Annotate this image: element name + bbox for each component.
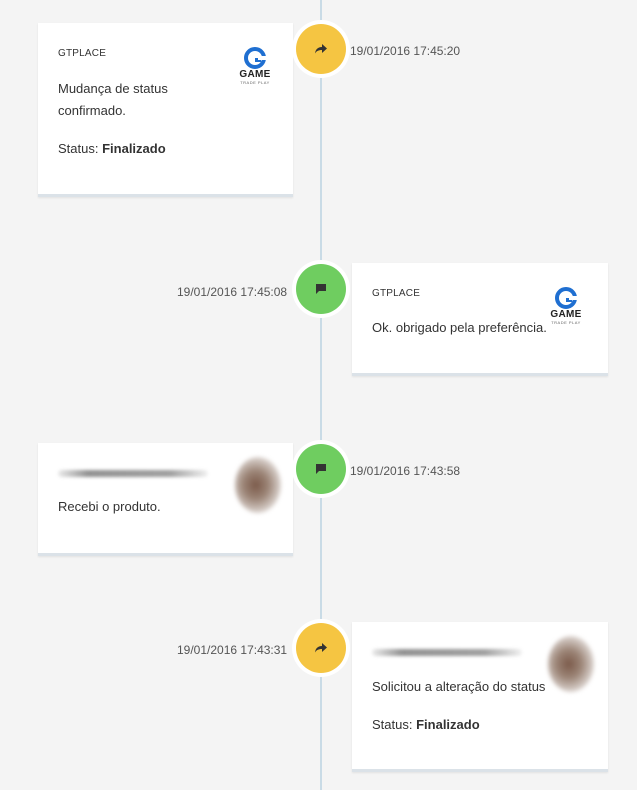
timeline-card: GTPLACE GAME TRADE PLAY Ok. obrigado pel… (352, 263, 608, 376)
timeline-card: GTPLACE GAME TRADE PLAY Mudança de statu… (38, 23, 293, 197)
timeline-node-comment (296, 444, 346, 494)
timeline-node-status (296, 24, 346, 74)
card-status: Status: Finalizado (58, 141, 166, 156)
timeline-node-status (296, 623, 346, 673)
timeline-card: Recebi o produto. (38, 443, 293, 556)
card-message: Ok. obrigado pela preferência. (372, 320, 547, 335)
g-logo-icon (555, 287, 577, 309)
redacted-author-name (372, 649, 522, 656)
card-status: Status: Finalizado (372, 717, 480, 732)
game-trade-play-logo: GAME TRADE PLAY (235, 47, 275, 91)
card-author: GTPLACE (58, 48, 107, 59)
g-logo-icon (244, 47, 266, 69)
event-timestamp: 19/01/2016 17:43:58 (350, 464, 461, 478)
event-timestamp: 19/01/2016 17:45:08 (177, 285, 288, 299)
user-avatar (235, 457, 281, 513)
card-message: Mudança de status confirmado. (58, 81, 168, 118)
card-author: GTPLACE (372, 288, 421, 299)
comment-icon (316, 284, 326, 294)
card-message: Recebi o produto. (58, 499, 161, 514)
timeline-card: Solicitou a alteração do status Status: … (352, 622, 608, 772)
event-timestamp: 19/01/2016 17:45:20 (350, 44, 461, 58)
comment-icon (316, 464, 326, 474)
share-arrow-icon (315, 643, 327, 653)
timeline-node-comment (296, 264, 346, 314)
event-timestamp: 19/01/2016 17:43:31 (177, 643, 288, 657)
status-value: Finalizado (416, 717, 480, 732)
card-message: Solicitou a alteração do status (372, 679, 546, 694)
user-avatar (548, 636, 594, 692)
timeline: GTPLACE GAME TRADE PLAY Mudança de statu… (0, 0, 637, 790)
share-arrow-icon (315, 44, 327, 54)
status-value: Finalizado (102, 141, 166, 156)
redacted-author-name (58, 470, 208, 477)
